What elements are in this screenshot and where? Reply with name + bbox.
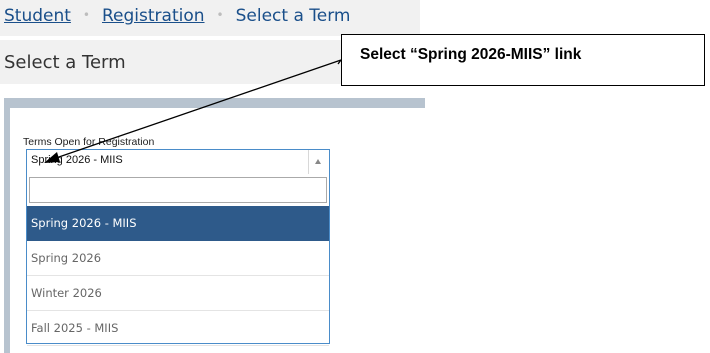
term-selection-panel: Terms Open for Registration Spring 2026 … bbox=[4, 98, 425, 353]
term-select[interactable]: Spring 2026 - MIIS Spring 2026 - MIIS Sp… bbox=[26, 149, 330, 346]
term-select-value: Spring 2026 - MIIS bbox=[31, 154, 123, 166]
breadcrumb-link-student[interactable]: Student bbox=[4, 6, 71, 26]
term-option-spring-2026[interactable]: Spring 2026 bbox=[27, 241, 329, 276]
caret-up-icon bbox=[315, 159, 321, 164]
page-title: Select a Term bbox=[4, 52, 126, 73]
term-select-toggle[interactable] bbox=[308, 150, 329, 174]
breadcrumb-current: Select a Term bbox=[235, 6, 351, 26]
breadcrumb-separator: • bbox=[82, 8, 90, 22]
instruction-callout: Select “Spring 2026-MIIS” link bbox=[341, 34, 705, 86]
term-select-head[interactable]: Spring 2026 - MIIS bbox=[27, 150, 329, 174]
term-option-fall-2025-miis[interactable]: Fall 2025 - MIIS bbox=[27, 311, 329, 346]
breadcrumb: Student • Registration • Select a Term bbox=[4, 6, 350, 26]
term-selection-panel-body: Terms Open for Registration Spring 2026 … bbox=[10, 108, 425, 353]
term-option-winter-2026[interactable]: Winter 2026 bbox=[27, 276, 329, 311]
breadcrumb-link-registration[interactable]: Registration bbox=[102, 6, 205, 26]
terms-label: Terms Open for Registration bbox=[23, 136, 155, 148]
callout-text: Select “Spring 2026-MIIS” link bbox=[360, 46, 582, 63]
breadcrumb-separator: • bbox=[216, 8, 224, 22]
term-search-input[interactable] bbox=[29, 177, 327, 203]
term-option-spring-2026-miis[interactable]: Spring 2026 - MIIS bbox=[27, 206, 329, 241]
term-options-list: Spring 2026 - MIIS Spring 2026 Winter 20… bbox=[27, 206, 329, 346]
breadcrumb-bar: Student • Registration • Select a Term bbox=[0, 0, 420, 36]
